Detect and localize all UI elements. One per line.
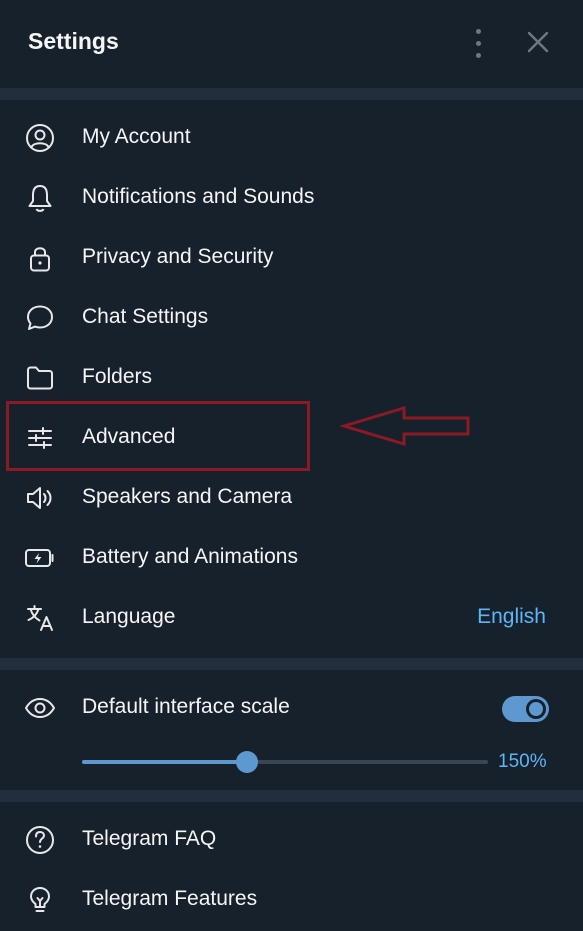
menu-item-label: My Account	[82, 125, 191, 148]
interface-scale-slider[interactable]	[82, 750, 488, 774]
slider-value: 150%	[498, 751, 547, 772]
menu-item-my-account[interactable]: My Account	[0, 108, 583, 168]
menu-item-language[interactable]: Language English	[0, 588, 583, 648]
lightbulb-icon	[24, 885, 56, 915]
menu-item-telegram-faq[interactable]: Telegram FAQ	[0, 810, 583, 870]
menu-item-battery[interactable]: Battery and Animations	[0, 528, 583, 588]
menu-item-label: Language	[82, 605, 176, 628]
settings-header: Settings	[0, 0, 583, 88]
question-icon	[24, 825, 56, 855]
speaker-icon	[24, 483, 56, 513]
menu-item-notifications[interactable]: Notifications and Sounds	[0, 168, 583, 228]
interface-scale-toggle[interactable]	[502, 696, 549, 722]
annotation-arrow-icon	[340, 404, 472, 448]
menu-item-label: Folders	[82, 365, 153, 388]
menu-item-privacy[interactable]: Privacy and Security	[0, 228, 583, 288]
battery-icon	[24, 543, 56, 573]
menu-item-label: Telegram Features	[82, 887, 258, 910]
menu-item-speakers-camera[interactable]: Speakers and Camera	[0, 468, 583, 528]
menu-item-label: Speakers and Camera	[82, 485, 293, 508]
slider-fill	[82, 760, 247, 764]
section-divider	[0, 88, 583, 100]
account-icon	[24, 123, 56, 153]
menu-item-label: Chat Settings	[82, 305, 209, 328]
lock-icon	[24, 243, 56, 273]
eye-icon	[24, 693, 56, 723]
menu-item-folders[interactable]: Folders	[0, 348, 583, 408]
settings-panel: Settings My Account Notifications and So…	[0, 0, 583, 931]
folder-icon	[24, 363, 56, 393]
interface-scale-row[interactable]: Default interface scale	[0, 678, 583, 738]
menu-item-label: Privacy and Security	[82, 245, 274, 268]
page-title: Settings	[28, 28, 119, 54]
interface-scale-label: Default interface scale	[82, 695, 290, 718]
menu-item-label: Notifications and Sounds	[82, 185, 315, 208]
annotation-highlight-box	[6, 401, 310, 471]
section-divider	[0, 790, 583, 802]
slider-handle[interactable]	[235, 751, 258, 773]
menu-item-chat-settings[interactable]: Chat Settings	[0, 288, 583, 348]
menu-item-telegram-features[interactable]: Telegram Features	[0, 870, 583, 930]
more-options-icon[interactable]	[466, 28, 490, 58]
bell-icon	[24, 183, 56, 213]
close-icon[interactable]	[524, 28, 552, 56]
language-value: English	[477, 605, 546, 628]
chat-bubble-icon	[24, 303, 56, 333]
menu-item-label: Telegram FAQ	[82, 827, 217, 850]
translate-icon	[24, 603, 56, 633]
section-divider	[0, 658, 583, 670]
menu-item-label: Battery and Animations	[82, 545, 298, 568]
